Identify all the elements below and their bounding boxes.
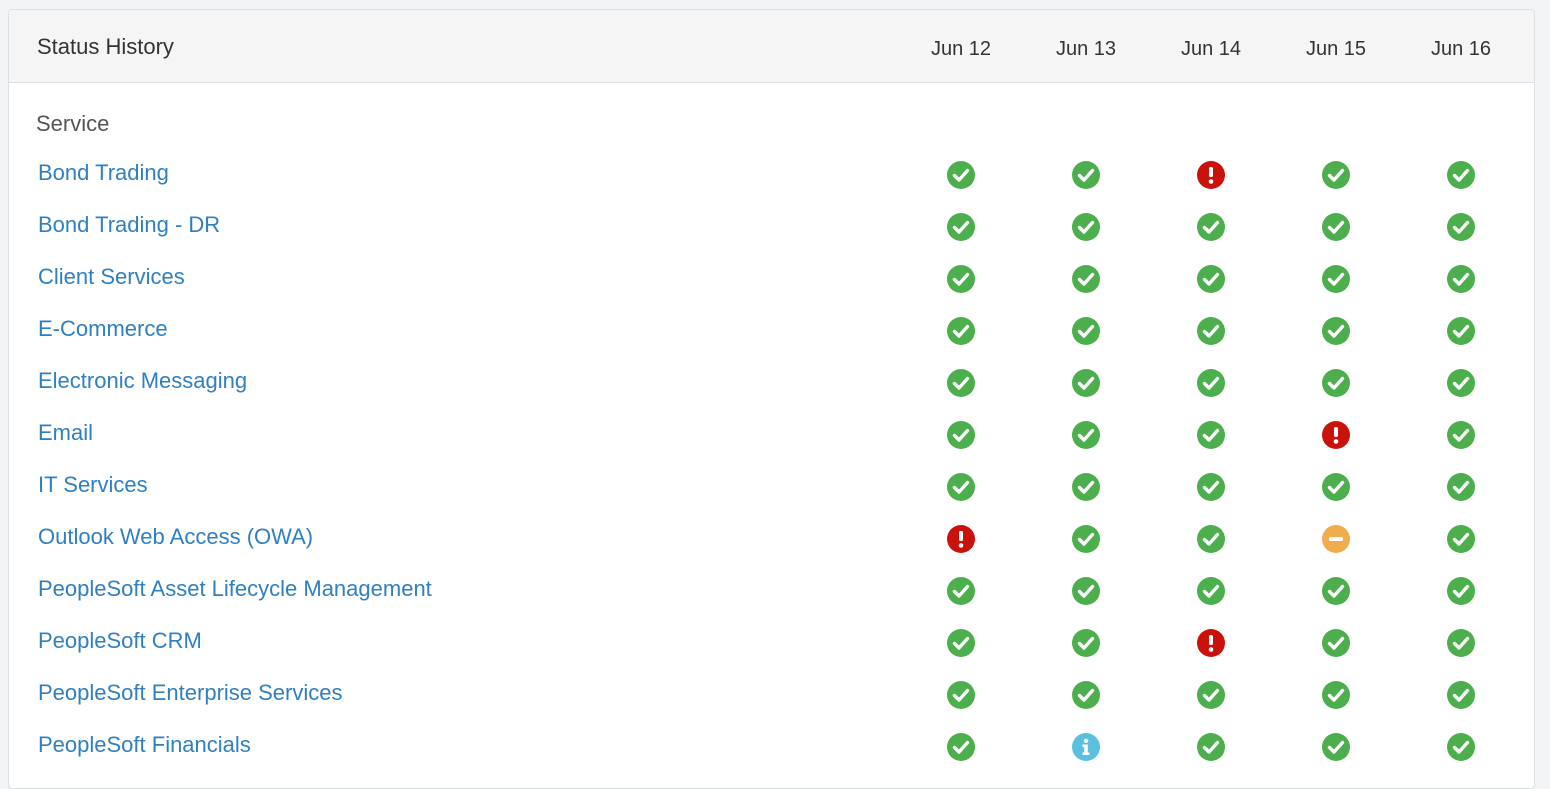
service-row: PeopleSoft Financials (9, 732, 1534, 784)
check-circle-icon[interactable] (1197, 473, 1225, 501)
check-circle-icon[interactable] (1447, 265, 1475, 293)
exclamation-circle-icon[interactable] (1322, 421, 1350, 449)
check-circle-icon[interactable] (947, 421, 975, 449)
check-circle-icon[interactable] (947, 473, 975, 501)
status-history-panel: Status History Jun 12 Jun 13 Jun 14 Jun 15 J… (8, 9, 1535, 789)
check-circle-icon[interactable] (1072, 421, 1100, 449)
check-circle-icon[interactable] (1072, 369, 1100, 397)
check-circle-icon[interactable] (1322, 213, 1350, 241)
check-circle-icon[interactable] (1197, 317, 1225, 345)
service-link[interactable]: Bond Trading (38, 160, 169, 186)
service-row: Bond Trading (9, 160, 1534, 212)
check-circle-icon[interactable] (1072, 577, 1100, 605)
service-row: Outlook Web Access (OWA) (9, 524, 1534, 576)
service-row: PeopleSoft Asset Lifecycle Management (9, 576, 1534, 628)
service-row: Bond Trading - DR (9, 212, 1534, 264)
date-column-header: Jun 13 (1055, 38, 1117, 60)
check-circle-icon[interactable] (1322, 265, 1350, 293)
check-circle-icon[interactable] (1322, 733, 1350, 761)
check-circle-icon[interactable] (1447, 525, 1475, 553)
check-circle-icon[interactable] (1197, 265, 1225, 293)
check-circle-icon[interactable] (1072, 473, 1100, 501)
date-column-header: Jun 15 (1305, 38, 1367, 60)
exclamation-circle-icon[interactable] (947, 525, 975, 553)
check-circle-icon[interactable] (1447, 213, 1475, 241)
panel-header: Status History Jun 12 Jun 13 Jun 14 Jun 15 J… (9, 10, 1534, 83)
check-circle-icon[interactable] (1447, 733, 1475, 761)
service-link[interactable]: Bond Trading - DR (38, 212, 220, 238)
check-circle-icon[interactable] (1322, 629, 1350, 657)
check-circle-icon[interactable] (1447, 161, 1475, 189)
check-circle-icon[interactable] (1322, 369, 1350, 397)
check-circle-icon[interactable] (947, 161, 975, 189)
service-row: E-Commerce (9, 316, 1534, 368)
check-circle-icon[interactable] (1072, 265, 1100, 293)
check-circle-icon[interactable] (1197, 421, 1225, 449)
check-circle-icon[interactable] (1447, 681, 1475, 709)
check-circle-icon[interactable] (1072, 681, 1100, 709)
check-circle-icon[interactable] (1447, 473, 1475, 501)
service-link[interactable]: Email (38, 420, 93, 446)
panel-title: Status History (37, 34, 174, 59)
check-circle-icon[interactable] (1197, 213, 1225, 241)
check-circle-icon[interactable] (1447, 317, 1475, 345)
check-circle-icon[interactable] (1322, 161, 1350, 189)
check-circle-icon[interactable] (947, 733, 975, 761)
check-circle-icon[interactable] (947, 681, 975, 709)
check-circle-icon[interactable] (947, 369, 975, 397)
minus-circle-icon[interactable] (1322, 525, 1350, 553)
check-circle-icon[interactable] (947, 317, 975, 345)
exclamation-circle-icon[interactable] (1197, 161, 1225, 189)
check-circle-icon[interactable] (1072, 213, 1100, 241)
check-circle-icon[interactable] (1322, 473, 1350, 501)
check-circle-icon[interactable] (1072, 161, 1100, 189)
check-circle-icon[interactable] (1447, 369, 1475, 397)
check-circle-icon[interactable] (1322, 317, 1350, 345)
service-link[interactable]: Outlook Web Access (OWA) (38, 524, 313, 550)
check-circle-icon[interactable] (1072, 629, 1100, 657)
info-circle-icon[interactable] (1072, 733, 1100, 761)
section-label-service: Service (36, 111, 110, 136)
check-circle-icon[interactable] (1447, 629, 1475, 657)
service-row: IT Services (9, 472, 1534, 524)
service-link[interactable]: E-Commerce (38, 316, 168, 342)
service-link[interactable]: IT Services (38, 472, 148, 498)
check-circle-icon[interactable] (947, 265, 975, 293)
check-circle-icon[interactable] (1197, 525, 1225, 553)
service-link[interactable]: PeopleSoft CRM (38, 628, 202, 654)
service-row: Email (9, 420, 1534, 472)
service-link[interactable]: PeopleSoft Enterprise Services (38, 680, 343, 706)
check-circle-icon[interactable] (1072, 525, 1100, 553)
exclamation-circle-icon[interactable] (1197, 629, 1225, 657)
check-circle-icon[interactable] (947, 577, 975, 605)
check-circle-icon[interactable] (1197, 681, 1225, 709)
check-circle-icon[interactable] (1447, 577, 1475, 605)
check-circle-icon[interactable] (1447, 421, 1475, 449)
date-column-header: Jun 12 (930, 38, 992, 60)
check-circle-icon[interactable] (1197, 577, 1225, 605)
service-row: Electronic Messaging (9, 368, 1534, 420)
service-row: PeopleSoft Enterprise Services (9, 680, 1534, 732)
date-column-header: Jun 16 (1430, 38, 1492, 60)
check-circle-icon[interactable] (947, 213, 975, 241)
service-link[interactable]: Electronic Messaging (38, 368, 247, 394)
check-circle-icon[interactable] (1322, 577, 1350, 605)
service-link[interactable]: PeopleSoft Asset Lifecycle Management (38, 576, 432, 602)
service-row: Client Services (9, 264, 1534, 316)
check-circle-icon[interactable] (1072, 317, 1100, 345)
service-link[interactable]: PeopleSoft Financials (38, 732, 251, 758)
service-link[interactable]: Client Services (38, 264, 185, 290)
check-circle-icon[interactable] (1197, 733, 1225, 761)
date-column-header: Jun 14 (1180, 38, 1242, 60)
service-row: PeopleSoft CRM (9, 628, 1534, 680)
check-circle-icon[interactable] (947, 629, 975, 657)
check-circle-icon[interactable] (1322, 681, 1350, 709)
check-circle-icon[interactable] (1197, 369, 1225, 397)
